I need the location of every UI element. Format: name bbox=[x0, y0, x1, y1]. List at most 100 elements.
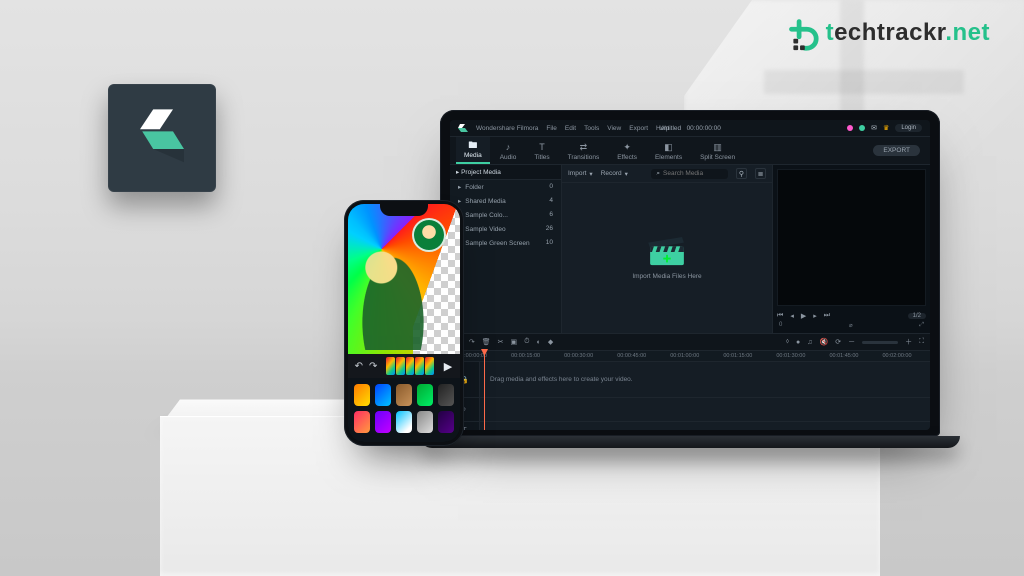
effect-thumb[interactable] bbox=[438, 384, 454, 406]
mute-button[interactable]: 🔇 bbox=[820, 338, 829, 346]
menu-edit[interactable]: Edit bbox=[565, 125, 576, 132]
preview-panel: ⏮ ◂ ▶ ▸ ⏭ 1/2 0 ⌀ ⤢ bbox=[772, 165, 930, 333]
split-button[interactable]: ✂ bbox=[498, 338, 504, 346]
zoom-out-button[interactable]: － bbox=[848, 337, 855, 347]
sidebar-item-folder[interactable]: ▸Folder0 bbox=[450, 180, 561, 194]
zoom-fit-button[interactable]: ⛶ bbox=[919, 338, 924, 346]
delete-button[interactable]: 🗑 bbox=[482, 338, 491, 346]
effect-thumb[interactable] bbox=[354, 411, 370, 433]
transitions-icon: ⇄ bbox=[580, 143, 588, 152]
tab-split-screen[interactable]: ▥Split Screen bbox=[692, 139, 743, 164]
media-search[interactable]: ⌕ bbox=[651, 169, 728, 179]
fullscreen-button[interactable]: ⤢ bbox=[919, 322, 924, 329]
effect-thumb[interactable] bbox=[396, 384, 412, 406]
preview-controls: ⏮ ◂ ▶ ▸ ⏭ 1/2 bbox=[773, 310, 930, 322]
next-frame-button[interactable]: ⏭ bbox=[824, 312, 830, 320]
filmorago-app: ↶ ↷ ▶ bbox=[348, 204, 460, 442]
sort-button[interactable]: ≣ bbox=[755, 168, 766, 179]
login-button[interactable]: Login bbox=[895, 124, 922, 132]
tab-transitions[interactable]: ⇄Transitions bbox=[560, 139, 608, 164]
redo-button[interactable]: ↷ bbox=[469, 338, 475, 346]
timeline-track-audio[interactable]: ♪ bbox=[450, 398, 930, 422]
snapshot-button[interactable]: ⌀ bbox=[849, 322, 853, 329]
zoom-ratio[interactable]: 1/2 bbox=[908, 313, 926, 319]
chevron-down-icon: ▾ bbox=[625, 170, 628, 178]
mobile-transport: ↶ ↷ ▶ bbox=[348, 354, 460, 378]
prev-frame-button[interactable]: ⏮ bbox=[777, 312, 783, 320]
color-button[interactable]: ◐ bbox=[537, 339, 541, 346]
sidebar-item-sample-video[interactable]: ▸Sample Video26 bbox=[450, 222, 561, 236]
timeline-playhead[interactable] bbox=[484, 351, 485, 430]
effect-thumb[interactable] bbox=[438, 411, 454, 433]
filmstrip-thumb bbox=[396, 357, 405, 375]
mobile-preview-pip[interactable] bbox=[412, 218, 446, 252]
marker-button[interactable]: ⬨ bbox=[786, 338, 789, 346]
sidebar-item-green-screen[interactable]: ▸Sample Green Screen10 bbox=[450, 236, 561, 250]
effect-thumb[interactable] bbox=[417, 384, 433, 406]
greenscreen-button[interactable]: ◆ bbox=[548, 338, 553, 346]
mobile-play-button[interactable]: ▶ bbox=[444, 360, 452, 373]
effect-thumb[interactable] bbox=[375, 384, 391, 406]
timeline-hint: Drag media and effects here to create yo… bbox=[490, 376, 633, 383]
media-sidebar: ▸ Project Media ▸Folder0 ▸Shared Media4 … bbox=[450, 165, 562, 333]
sidebar-header[interactable]: ▸ Project Media bbox=[450, 165, 561, 180]
menu-view[interactable]: View bbox=[607, 125, 621, 132]
phone-notch bbox=[380, 204, 428, 216]
media-dropzone[interactable]: Import Media Files Here bbox=[562, 183, 772, 333]
menu-export[interactable]: Export bbox=[629, 125, 648, 132]
tab-effects[interactable]: ✦Effects bbox=[609, 139, 645, 164]
mobile-effect-tray bbox=[348, 378, 460, 442]
timeline-track-text[interactable]: T bbox=[450, 422, 930, 430]
play-button[interactable]: ▶ bbox=[801, 312, 806, 320]
preview-viewport[interactable] bbox=[777, 169, 926, 306]
effect-thumb[interactable] bbox=[354, 384, 370, 406]
premium-icon[interactable]: ♛ bbox=[883, 124, 889, 132]
timeline-ruler[interactable]: 00:00:00:0000:00:15:0000:00:30:0000:00:4… bbox=[450, 351, 930, 362]
filmora-desktop-app: Wondershare Filmora File Edit Tools View… bbox=[450, 120, 930, 430]
step-fwd-button[interactable]: ▸ bbox=[813, 312, 817, 320]
tab-media[interactable]: 🖿Media bbox=[456, 137, 490, 164]
tab-audio[interactable]: ♪Audio bbox=[492, 139, 525, 164]
mobile-redo-button[interactable]: ↷ bbox=[369, 361, 377, 372]
watermark-text: techtrackr.net bbox=[826, 19, 990, 47]
laptop-device: Wondershare Filmora File Edit Tools View… bbox=[440, 110, 940, 448]
export-button[interactable]: EXPORT bbox=[873, 145, 920, 156]
audio-icon: ♪ bbox=[506, 143, 511, 152]
media-icon: 🖿 bbox=[468, 141, 477, 150]
zoom-slider[interactable] bbox=[862, 341, 898, 344]
tab-titles[interactable]: TTitles bbox=[526, 139, 557, 164]
effect-thumb[interactable] bbox=[396, 411, 412, 433]
mobile-undo-button[interactable]: ↶ bbox=[355, 361, 363, 372]
import-dropdown[interactable]: Import ▾ bbox=[568, 170, 593, 178]
media-browser: Import ▾ Record ▾ ⌕ ⚲ ≣ bbox=[562, 165, 772, 333]
step-back-button[interactable]: ◂ bbox=[790, 312, 794, 320]
sidebar-item-shared-media[interactable]: ▸Shared Media4 bbox=[450, 194, 561, 208]
dropzone-hint: Import Media Files Here bbox=[632, 273, 701, 280]
search-input[interactable] bbox=[663, 170, 723, 177]
menu-tools[interactable]: Tools bbox=[584, 125, 599, 132]
notif-dot-icon[interactable] bbox=[847, 125, 853, 131]
crop-button[interactable]: ▣ bbox=[511, 338, 518, 346]
effect-thumb[interactable] bbox=[375, 411, 391, 433]
techtrackr-logo-icon bbox=[782, 14, 820, 52]
mobile-filmstrip[interactable] bbox=[384, 355, 436, 377]
record-dropdown[interactable]: Record ▾ bbox=[601, 170, 628, 178]
cloud-status-icon[interactable] bbox=[859, 125, 865, 131]
mobile-preview[interactable] bbox=[348, 204, 460, 354]
speed-button[interactable]: ⏱ bbox=[524, 338, 529, 346]
menu-help[interactable]: Help bbox=[656, 125, 669, 132]
tab-elements[interactable]: ◧Elements bbox=[647, 139, 690, 164]
zoom-in-button[interactable]: ＋ bbox=[905, 337, 912, 347]
record-vo-button[interactable]: ● bbox=[796, 339, 800, 346]
sidebar-item-sample-colors[interactable]: ▸Sample Colo...6 bbox=[450, 208, 561, 222]
filmstrip-thumb bbox=[386, 357, 395, 375]
message-icon[interactable]: ✉ bbox=[871, 124, 877, 132]
effect-thumb[interactable] bbox=[417, 411, 433, 433]
timeline-track-video[interactable]: 🔒 Drag media and effects here to create … bbox=[450, 362, 930, 398]
filmora-glyph-icon bbox=[129, 105, 195, 171]
filmstrip-thumb bbox=[425, 357, 434, 375]
render-button[interactable]: ⟳ bbox=[835, 338, 841, 346]
mixer-button[interactable]: ♫ bbox=[807, 339, 812, 346]
filter-button[interactable]: ⚲ bbox=[736, 168, 747, 179]
menu-file[interactable]: File bbox=[546, 125, 556, 132]
